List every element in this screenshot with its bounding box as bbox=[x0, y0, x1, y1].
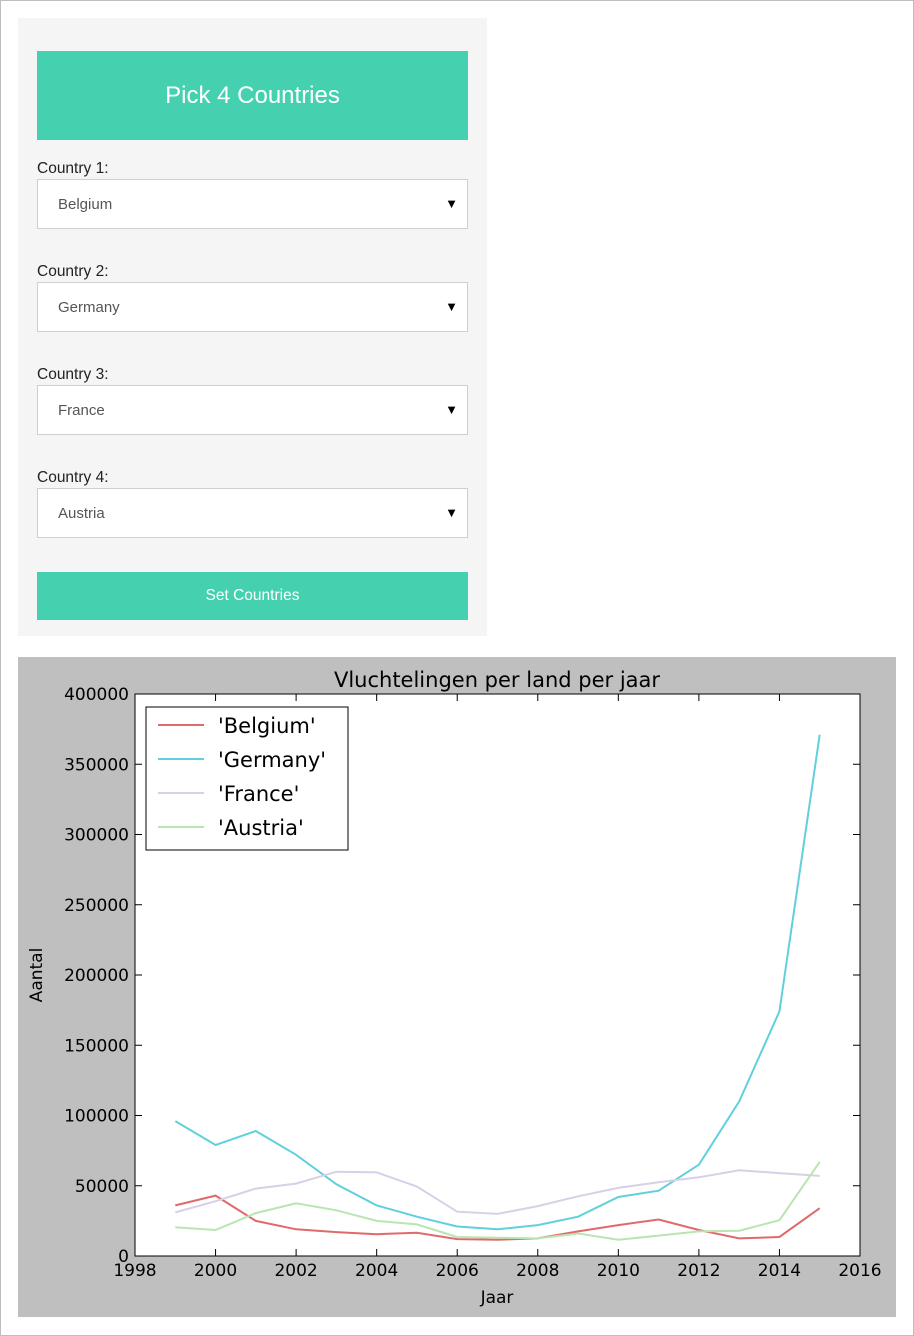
line-chart-svg: Vluchtelingen per land per jaar Jaar Aan… bbox=[18, 657, 896, 1317]
y-tick-label: 350000 bbox=[64, 755, 129, 775]
triangle-down-icon: ▼ bbox=[445, 504, 458, 520]
y-tick-label: 400000 bbox=[64, 685, 129, 705]
y-tick-label: 250000 bbox=[64, 896, 129, 916]
form-title: Pick 4 Countries bbox=[37, 51, 468, 140]
chart-title: Vluchtelingen per land per jaar bbox=[334, 668, 660, 692]
country-2-select[interactable]: Germany ▼ bbox=[37, 282, 468, 332]
country-1-value: Belgium bbox=[58, 195, 113, 213]
y-tick-label: 100000 bbox=[64, 1107, 129, 1127]
country-3-select[interactable]: France ▼ bbox=[37, 385, 468, 435]
country-4-label: Country 4: bbox=[37, 469, 109, 486]
x-tick-label: 2008 bbox=[516, 1261, 559, 1281]
country-picker-panel: Pick 4 Countries Country 1: Belgium ▼ Co… bbox=[18, 18, 487, 636]
y-tick-label: 0 bbox=[118, 1247, 129, 1267]
country-4-value: Austria bbox=[58, 504, 105, 522]
x-tick-label: 2002 bbox=[274, 1261, 317, 1281]
set-countries-button[interactable]: Set Countries bbox=[37, 572, 468, 620]
x-tick-label: 2012 bbox=[677, 1261, 720, 1281]
country-4-select[interactable]: Austria ▼ bbox=[37, 488, 468, 538]
x-tick-label: 2006 bbox=[436, 1261, 479, 1281]
country-3-value: France bbox=[58, 401, 105, 419]
y-tick-label: 200000 bbox=[64, 966, 129, 986]
legend-label: 'Germany' bbox=[218, 748, 326, 772]
x-tick-label: 2000 bbox=[194, 1261, 237, 1281]
legend: 'Belgium' 'Germany' 'France' 'Austria' bbox=[145, 706, 349, 851]
y-tick-label: 150000 bbox=[64, 1036, 129, 1056]
country-2-label: Country 2: bbox=[37, 263, 109, 280]
x-tick-label: 2016 bbox=[838, 1261, 881, 1281]
y-axis-label: Aantal bbox=[27, 948, 47, 1003]
country-3-label: Country 3: bbox=[37, 366, 109, 383]
legend-label: 'Austria' bbox=[218, 816, 304, 840]
triangle-down-icon: ▼ bbox=[445, 401, 458, 417]
triangle-down-icon: ▼ bbox=[445, 298, 458, 314]
country-2-value: Germany bbox=[58, 298, 120, 316]
y-tick-label: 50000 bbox=[75, 1177, 129, 1197]
x-axis-label: Jaar bbox=[480, 1288, 514, 1308]
x-tick-label: 2010 bbox=[597, 1261, 640, 1281]
legend-label: 'Belgium' bbox=[218, 714, 316, 738]
refugees-chart: Vluchtelingen per land per jaar Jaar Aan… bbox=[18, 657, 896, 1317]
x-tick-label: 2014 bbox=[758, 1261, 801, 1281]
country-1-label: Country 1: bbox=[37, 160, 109, 177]
country-1-select[interactable]: Belgium ▼ bbox=[37, 179, 468, 229]
y-tick-label: 300000 bbox=[64, 826, 129, 846]
x-tick-label: 2004 bbox=[355, 1261, 398, 1281]
legend-label: 'France' bbox=[218, 782, 299, 806]
triangle-down-icon: ▼ bbox=[445, 195, 458, 211]
